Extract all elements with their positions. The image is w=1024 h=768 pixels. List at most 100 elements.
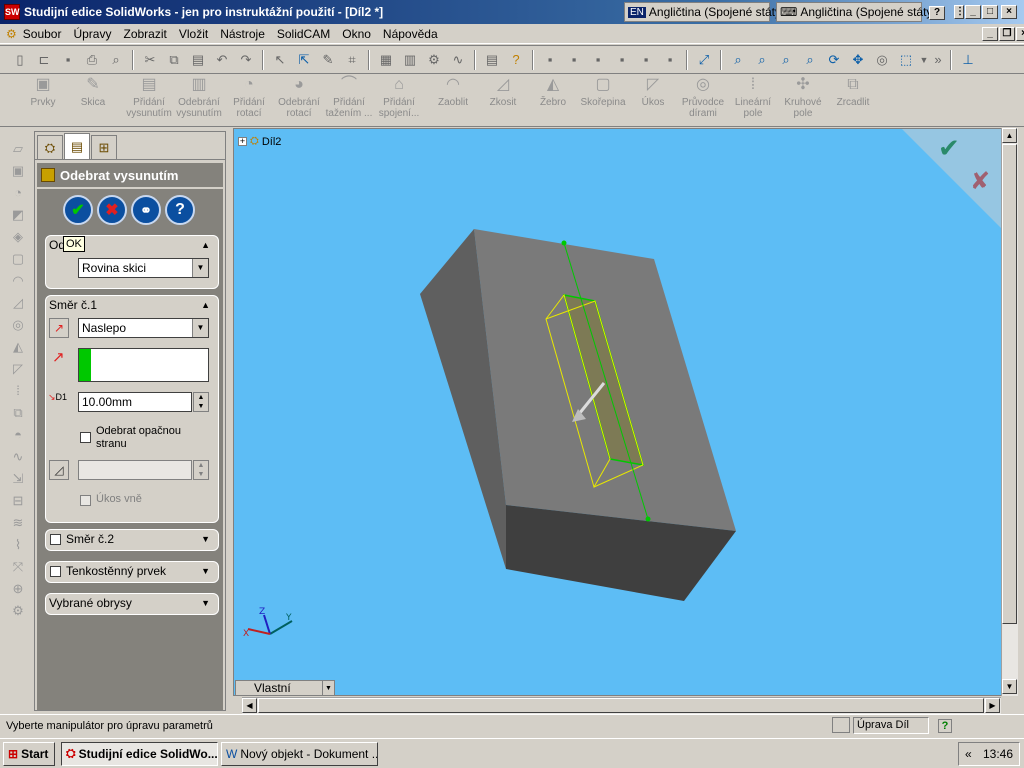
zoom-fit-icon[interactable]: ⌕ xyxy=(727,49,749,71)
menu-window[interactable]: Okno xyxy=(336,27,377,41)
curve-icon[interactable]: ∿ xyxy=(9,448,27,466)
feature-button[interactable]: ⌂ Přidání spojení... xyxy=(374,75,424,120)
thin-feature-checkbox[interactable] xyxy=(50,566,61,577)
feature-button[interactable]: ⌒ Přidání tažením ... xyxy=(324,75,374,120)
draft-icon[interactable]: ◸ xyxy=(9,360,27,378)
draft-angle-input[interactable] xyxy=(78,460,192,480)
feature-button[interactable]: ◿ Zkosit xyxy=(478,75,528,109)
thread-icon[interactable]: ⚙ xyxy=(9,602,27,620)
new-icon[interactable]: ▯ xyxy=(9,49,31,71)
doc-minimize-button[interactable]: _ xyxy=(982,27,998,41)
hole-icon[interactable]: ◎ xyxy=(9,316,27,334)
feature-button[interactable]: ⧉ Zrcadlit xyxy=(828,75,878,109)
open-icon[interactable]: ⊏ xyxy=(33,49,55,71)
scroll-left-button[interactable]: ◀ xyxy=(242,698,257,713)
property-manager-tab[interactable]: ▤ xyxy=(64,133,90,159)
graphics-area[interactable]: + ⛭ Díl2 ✔ ✘ Z Y X Vlastní ▼ xyxy=(233,128,1003,696)
depth-input[interactable]: 10.00mm xyxy=(78,392,192,412)
smart-dimension-icon[interactable]: ⇱ xyxy=(293,49,315,71)
select-icon[interactable]: ↖ xyxy=(269,49,291,71)
undo-icon[interactable]: ↶ xyxy=(211,49,233,71)
help-tool-icon[interactable]: ? xyxy=(505,49,527,71)
view-right-icon[interactable]: ▪ xyxy=(611,49,633,71)
feature-button[interactable]: ◸ Úkos xyxy=(628,75,678,109)
view-bottom-icon[interactable]: ▪ xyxy=(659,49,681,71)
tray-expand-icon[interactable]: « xyxy=(965,747,972,761)
collapse-icon[interactable]: ▲ xyxy=(201,240,210,250)
view-left-icon[interactable]: ▪ xyxy=(587,49,609,71)
zoom-area-icon[interactable]: ⌕ xyxy=(751,49,773,71)
ok-button[interactable]: ✔ xyxy=(63,195,93,225)
view-back-icon[interactable]: ▪ xyxy=(563,49,585,71)
doc-close-button[interactable]: × xyxy=(1016,27,1024,41)
options-icon[interactable]: ⚙ xyxy=(423,49,445,71)
sweep-icon[interactable]: ◩ xyxy=(9,206,27,224)
scroll-right-button[interactable]: ▶ xyxy=(985,698,1000,713)
language-indicator-1[interactable]: EN Angličtina (Spojené státy) xyxy=(624,2,785,22)
redo-icon[interactable]: ↷ xyxy=(235,49,257,71)
wrap-icon[interactable]: ⌇ xyxy=(9,536,27,554)
zoom-in-out-icon[interactable]: ⌕ xyxy=(775,49,797,71)
chevron-down-icon[interactable]: ▼ xyxy=(919,49,929,71)
move-icon[interactable]: ⤧ xyxy=(9,558,27,576)
menu-insert[interactable]: Vložit xyxy=(173,27,214,41)
solidworks-icon[interactable]: SW xyxy=(4,4,20,20)
feature-button[interactable]: ▢ Skořepina xyxy=(578,75,628,109)
options-icon[interactable]: ⋮ xyxy=(954,5,965,19)
close-button[interactable]: × xyxy=(1001,5,1017,19)
table-icon[interactable]: ▥ xyxy=(399,49,421,71)
help-icon[interactable]: ? xyxy=(165,195,195,225)
copy-icon[interactable]: ⧉ xyxy=(163,49,185,71)
from-select[interactable]: Rovina skici ▼ xyxy=(78,258,209,278)
menu-app-icon[interactable]: ⚙ xyxy=(6,27,17,41)
zoom-selection-icon[interactable]: ⌕ xyxy=(799,49,821,71)
doc-restore-button[interactable]: ❐ xyxy=(999,27,1015,41)
direction1-header[interactable]: Směr č.1 ▲ xyxy=(46,296,218,314)
more-icon[interactable]: » xyxy=(931,49,945,71)
expand-icon[interactable]: ▼ xyxy=(201,598,210,608)
scale-icon[interactable]: ⇲ xyxy=(9,470,27,488)
feature-button[interactable]: ▤ Přidání vysunutím xyxy=(124,75,174,120)
feature-button[interactable]: ◭ Žebro xyxy=(528,75,578,109)
taskbar-item-solidworks[interactable]: ⛭ Studijní edice SolidWo... xyxy=(61,741,218,766)
menu-file[interactable]: Soubor xyxy=(17,27,68,41)
dome-icon[interactable]: ◓ xyxy=(9,426,27,444)
feature-tree-tab[interactable]: ⛭ xyxy=(37,135,63,159)
maximize-button[interactable]: □ xyxy=(982,5,998,19)
properties-icon[interactable]: ▤ xyxy=(481,49,503,71)
menu-help[interactable]: Nápověda xyxy=(377,27,444,41)
menu-view[interactable]: Zobrazit xyxy=(117,27,172,41)
pan-icon[interactable]: ✥ xyxy=(847,49,869,71)
vertical-scrollbar[interactable]: ▲ ▼ xyxy=(1001,128,1018,696)
expand-icon[interactable]: ▼ xyxy=(201,534,210,544)
sketch-icon[interactable]: ✎ xyxy=(317,49,339,71)
flip-side-checkbox[interactable] xyxy=(80,432,91,443)
box-icon[interactable]: ▣ xyxy=(9,162,27,180)
draft-icon[interactable]: ◿ xyxy=(49,460,69,480)
shell-icon[interactable]: ▢ xyxy=(9,250,27,268)
feature-button[interactable]: ✎ Skica xyxy=(68,75,118,109)
scroll-down-button[interactable]: ▼ xyxy=(1002,679,1017,694)
revolve-icon[interactable]: ◔ xyxy=(9,184,27,202)
preview-icon[interactable]: ⚭ xyxy=(131,195,161,225)
menu-tools[interactable]: Nástroje xyxy=(214,27,271,41)
collapse-icon[interactable]: ▲ xyxy=(201,300,210,310)
rebuild-icon[interactable]: ⌗ xyxy=(341,49,363,71)
confirm-ok-icon[interactable]: ✔ xyxy=(938,134,960,164)
reference-axis-icon[interactable]: ⊥ xyxy=(957,49,979,71)
view-select[interactable]: Vlastní ▼ xyxy=(235,680,335,695)
feature-button[interactable]: ◠ Zaoblit xyxy=(428,75,478,109)
reverse-direction-icon[interactable]: ↗ xyxy=(49,318,69,338)
mirror-icon[interactable]: ⧉ xyxy=(9,404,27,422)
feature-button[interactable]: ◎ Průvodce dírami xyxy=(678,75,728,120)
feature-button[interactable]: ▥ Odebrání vysunutím xyxy=(174,75,224,120)
taskbar-item-word[interactable]: W Nový objekt - Dokument ... xyxy=(221,741,378,766)
rotate-icon[interactable]: ⟳ xyxy=(823,49,845,71)
minimize-button[interactable]: _ xyxy=(965,5,981,19)
status-help-icon[interactable]: ? xyxy=(938,719,952,733)
feature-button[interactable]: ▣ Prvky xyxy=(18,75,68,109)
print-icon[interactable]: ⎙ xyxy=(81,49,103,71)
feature-button[interactable]: ⁞ Lineární pole xyxy=(728,75,778,120)
pattern-icon[interactable]: ⁞ xyxy=(9,382,27,400)
split-icon[interactable]: ⊟ xyxy=(9,492,27,510)
